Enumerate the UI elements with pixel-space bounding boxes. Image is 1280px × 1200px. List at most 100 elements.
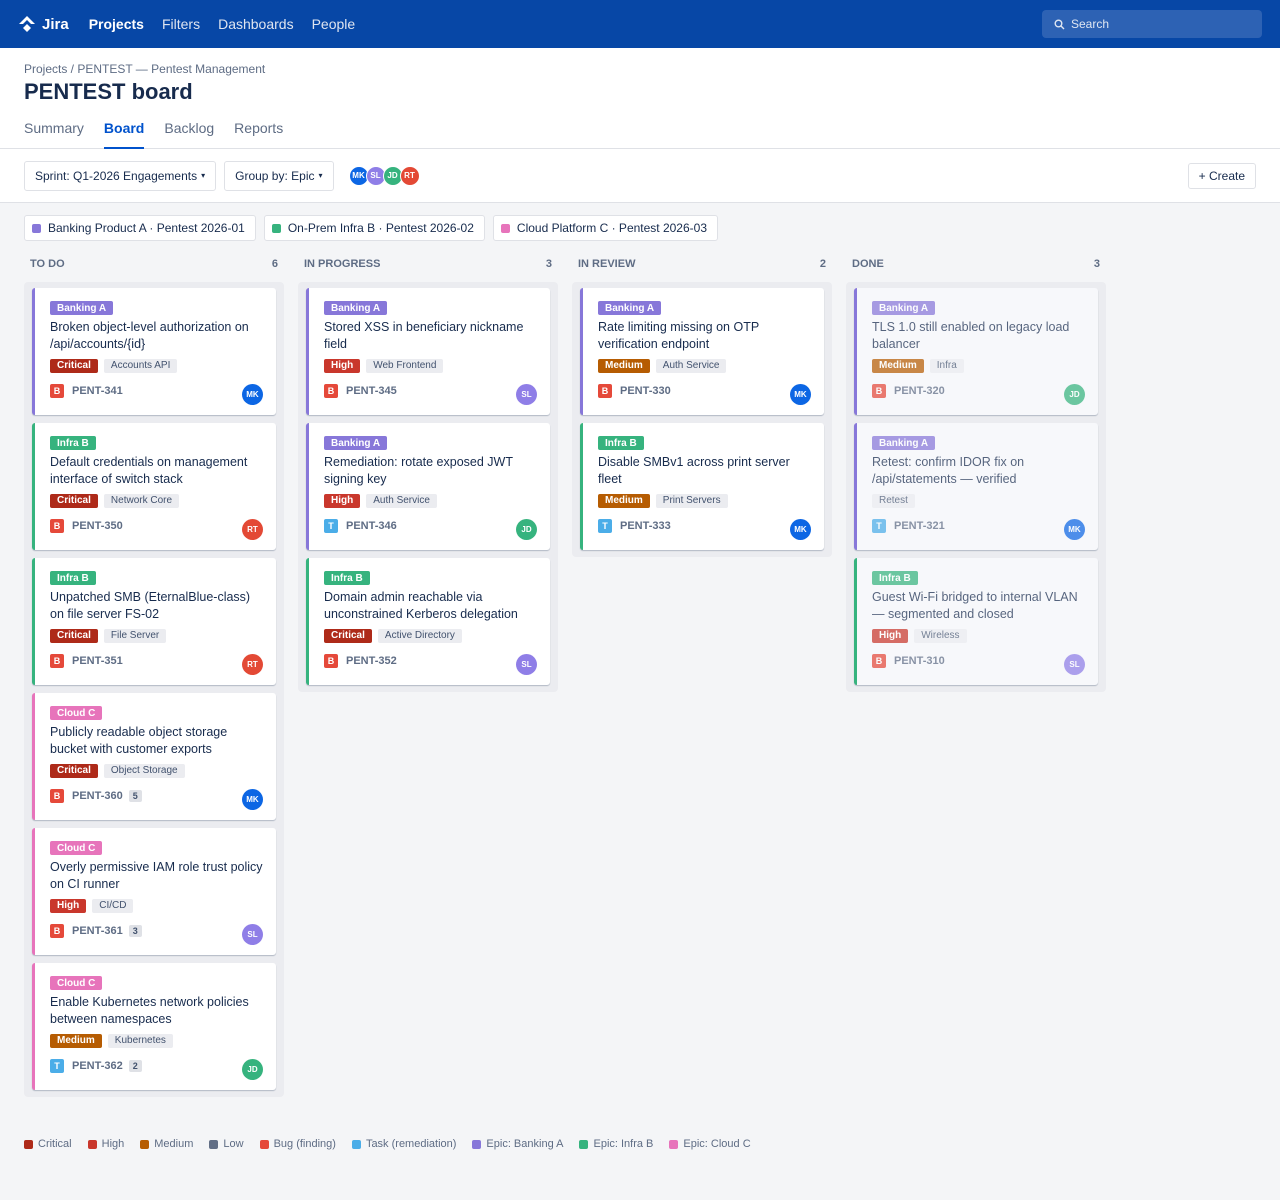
issue-card[interactable]: Cloud C Enable Kubernetes network policie… [32,963,276,1090]
nav-item-people[interactable]: People [312,16,356,32]
legend-item: Epic: Infra B [579,1138,653,1150]
assignee-avatar[interactable]: MK [790,384,811,405]
issue-key[interactable]: PENT-321 [894,520,945,532]
issue-card[interactable]: Banking A Stored XSS in beneficiary nickn… [306,288,550,415]
legend-label: Task (remediation) [365,1138,457,1150]
nav-item-dashboards[interactable]: Dashboards [218,16,294,32]
issue-key[interactable]: PENT-361 [72,925,123,937]
issue-title[interactable]: Publicly readable object storage bucket … [50,724,263,758]
issue-title[interactable]: Stored XSS in beneficiary nickname field [324,319,537,353]
assignee-avatar[interactable]: RT [242,654,263,675]
legend-label: High [101,1138,125,1150]
tab-reports[interactable]: Reports [234,120,283,149]
assignee-avatar[interactable]: SL [516,654,537,675]
issue-title[interactable]: Disable SMBv1 across print server fleet [598,454,811,488]
issue-card[interactable]: Infra B Domain admin reachable via uncons… [306,558,550,685]
assignee-avatar[interactable]: RT [242,519,263,540]
epic-filter-label: On-Prem Infra B · Pentest 2026-02 [287,221,474,235]
issue-title[interactable]: Rate limiting missing on OTP verificatio… [598,319,811,353]
issue-key[interactable]: PENT-350 [72,520,123,532]
column-header: IN PROGRESS 3 [298,252,558,282]
issue-title[interactable]: Broken object-level authorization on /ap… [50,319,263,353]
epic-label: Banking A [598,301,662,315]
issue-title[interactable]: TLS 1.0 still enabled on legacy load bal… [872,319,1085,353]
issue-key[interactable]: PENT-320 [894,385,945,397]
page-header: Projects / PENTEST — Pentest Management … [0,48,1280,149]
epic-label: Banking A [872,301,936,315]
issue-key[interactable]: PENT-362 [72,1060,123,1072]
issue-key[interactable]: PENT-346 [346,520,397,532]
severity-badge: Medium [50,1034,102,1048]
board-column: DONE 3 Banking A TLS 1.0 still enabled on l… [846,252,1106,1097]
issue-card[interactable]: Banking A Remediation: rotate exposed JWT… [306,423,550,550]
tab-summary[interactable]: Summary [24,120,84,149]
issue-title[interactable]: Enable Kubernetes network policies betwe… [50,994,263,1028]
issue-title[interactable]: Default credentials on management interf… [50,454,263,488]
issue-title[interactable]: Guest Wi-Fi bridged to internal VLAN — s… [872,589,1085,623]
issue-key[interactable]: PENT-351 [72,655,123,667]
issue-key[interactable]: PENT-360 [72,790,123,802]
jira-logo[interactable]: Jira [18,15,69,33]
jira-logo-icon [19,16,35,32]
avatar-filter-rt[interactable]: RT [399,165,420,186]
assignee-avatar[interactable]: MK [242,789,263,810]
issue-card[interactable]: Banking A Retest: confirm IDOR fix on /ap… [854,423,1098,550]
bug-icon: B [50,384,64,398]
issue-card[interactable]: Banking A Broken object-level authorizati… [32,288,276,415]
issue-tags: High Auth Service [324,494,537,508]
bug-icon: B [872,654,886,668]
search-icon [1054,19,1065,29]
legend-item: High [87,1138,125,1150]
issue-title[interactable]: Domain admin reachable via unconstrained… [324,589,537,623]
issue-key[interactable]: PENT-330 [620,385,671,397]
issue-tags: Critical Accounts API [50,359,263,373]
issue-card[interactable]: Infra B Default credentials on management… [32,423,276,550]
epic-filter-chip[interactable]: On-Prem Infra B · Pentest 2026-02 [263,215,485,241]
epic-label: Banking A [872,436,936,450]
assignee-avatar[interactable]: JD [516,519,537,540]
tab-board[interactable]: Board [103,120,145,149]
epic-color-swatch [271,223,281,233]
issue-key[interactable]: PENT-310 [894,655,945,667]
issue-key[interactable]: PENT-333 [620,520,671,532]
assignee-avatar[interactable]: JD [1064,384,1085,405]
legend-item: Low [209,1138,244,1150]
assignee-avatar[interactable]: MK [1064,519,1085,540]
group-by-dropdown[interactable]: Group by: Epic ▾ [224,160,334,191]
assignee-avatar[interactable]: MK [790,519,811,540]
issue-title[interactable]: Remediation: rotate exposed JWT signing … [324,454,537,488]
create-button[interactable]: + Create [1187,163,1256,189]
issue-card[interactable]: Infra B Guest Wi-Fi bridged to internal V… [854,558,1098,685]
assignee-avatar[interactable]: SL [242,924,263,945]
legend-label: Critical [38,1138,72,1150]
assignee-avatar[interactable]: SL [516,384,537,405]
issue-tags: High Wireless [872,629,1085,643]
epic-filter-chip[interactable]: Cloud Platform C · Pentest 2026-03 [492,215,719,241]
nav-item-projects[interactable]: Projects [89,16,144,32]
issue-card[interactable]: Banking A Rate limiting missing on OTP ve… [580,288,824,415]
search-input[interactable]: Search [1042,10,1262,38]
issue-key[interactable]: PENT-345 [346,385,397,397]
issue-key[interactable]: PENT-341 [72,385,123,397]
epic-filter-chip[interactable]: Banking Product A · Pentest 2026-01 [24,215,256,241]
issue-card[interactable]: Infra B Unpatched SMB (EternalBlue-class)… [32,558,276,685]
severity-badge: High [872,629,909,643]
issue-title[interactable]: Retest: confirm IDOR fix on /api/stateme… [872,454,1085,488]
legend-swatch [669,1139,679,1149]
issue-card[interactable]: Cloud C Overly permissive IAM role trust … [32,828,276,955]
assignee-avatar[interactable]: JD [242,1059,263,1080]
issue-title[interactable]: Overly permissive IAM role trust policy … [50,859,263,893]
issue-card[interactable]: Banking A TLS 1.0 still enabled on legacy… [854,288,1098,415]
tab-backlog[interactable]: Backlog [164,120,214,149]
issue-card[interactable]: Cloud C Publicly readable object storage … [32,693,276,820]
issue-card[interactable]: Infra B Disable SMBv1 across print server… [580,423,824,550]
sprint-dropdown[interactable]: Sprint: Q1-2026 Engagements ▾ [24,160,217,191]
breadcrumb[interactable]: Projects / PENTEST — Pentest Management [24,62,1256,76]
assignee-avatar[interactable]: SL [1064,654,1085,675]
issue-key[interactable]: PENT-352 [346,655,397,667]
subtask-count-badge: 5 [128,790,142,802]
component-tag: CI/CD [92,899,134,913]
assignee-avatar[interactable]: MK [242,384,263,405]
nav-item-filters[interactable]: Filters [162,16,200,32]
issue-title[interactable]: Unpatched SMB (EternalBlue-class) on fil… [50,589,263,623]
